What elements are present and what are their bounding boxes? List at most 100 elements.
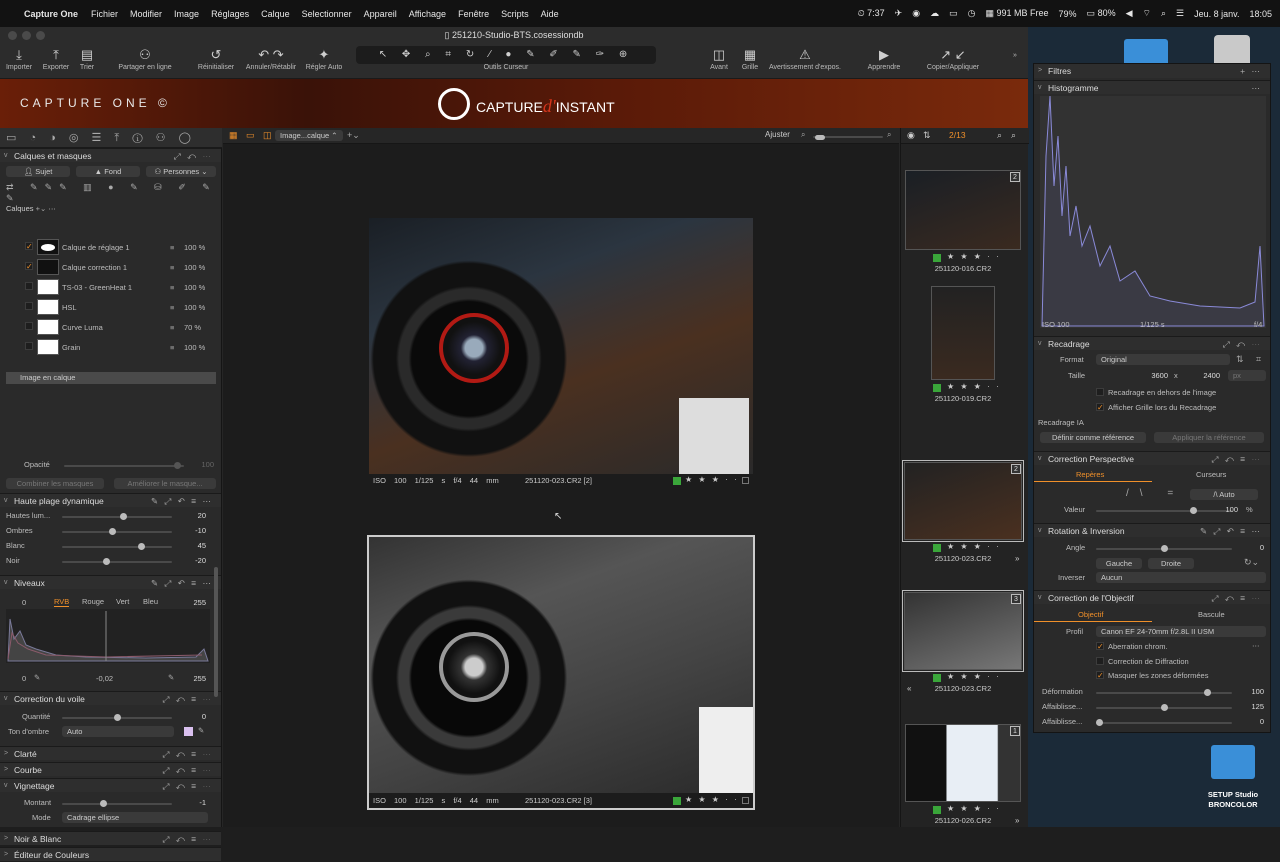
eyedropper-icon[interactable]: ✎ — [168, 673, 174, 682]
slider-knob[interactable] — [100, 800, 107, 807]
crop-outside-checkbox[interactable] — [1096, 388, 1104, 396]
menu-image[interactable]: Image — [174, 9, 199, 19]
share-online-button[interactable]: ⚇ Partager en ligne — [114, 46, 176, 71]
volume-icon[interactable]: ◀ — [1126, 8, 1133, 19]
menu-aide[interactable]: Aide — [541, 9, 559, 19]
layer-visibility-checkbox[interactable]: ✓ — [25, 262, 33, 271]
tab-vert[interactable]: Vert — [116, 597, 129, 606]
sharpness-falloff-slider[interactable] — [1096, 719, 1232, 726]
histogram-section-header[interactable]: v Histogramme ⋯ — [1034, 80, 1270, 94]
rotate-right-button[interactable]: Droite — [1148, 558, 1194, 569]
hdr-value[interactable]: 45 — [176, 541, 206, 550]
amount-slider[interactable] — [62, 800, 172, 807]
opacity-slider[interactable] — [64, 462, 184, 469]
layer-visibility-checkbox[interactable]: ✓ — [25, 242, 33, 251]
color-tag-green[interactable] — [933, 806, 941, 814]
zoom-icon[interactable]: ⌕ — [1011, 130, 1016, 141]
image-badge-icon[interactable] — [742, 477, 749, 484]
profile-select[interactable]: Canon EF 24-70mm f/2.8L II USM — [1096, 626, 1266, 637]
curve-section-header[interactable]: > Courbe ⤢ ↶ ≡ ⋯ — [0, 762, 221, 776]
sharpness-falloff-value[interactable]: 0 — [1234, 717, 1264, 726]
rating-stars[interactable]: ★ ★ ★ · · — [947, 672, 1001, 681]
hdr-slider[interactable] — [62, 558, 172, 565]
slider-knob[interactable] — [138, 543, 145, 550]
levels-input-min[interactable]: 0 — [22, 598, 26, 607]
slider-knob[interactable] — [109, 528, 116, 535]
zoom-button[interactable] — [36, 31, 45, 40]
auto-adjust-button[interactable]: ✦ Régler Auto — [302, 46, 346, 71]
menu-selectionner[interactable]: Selectionner — [302, 9, 352, 19]
export-button[interactable]: ⤒ Exporter — [38, 46, 74, 71]
value-value[interactable]: 100 — [1208, 505, 1238, 514]
tab-rvb[interactable]: RVB — [54, 597, 70, 607]
section-tools-icon[interactable]: ⤢ ↶ ≡ ⋯ — [1212, 591, 1262, 605]
levels-section-header[interactable]: v Niveaux ✎ ⤢ ↶ ≡ ⋯ — [0, 575, 221, 589]
shadow-tone-select[interactable]: Auto — [62, 726, 174, 737]
distortion-slider[interactable] — [1096, 689, 1232, 696]
clock-icon[interactable]: ◷ — [968, 8, 976, 19]
slider-knob[interactable] — [174, 462, 181, 469]
battery-status[interactable]: ▭ 80% — [1087, 8, 1116, 19]
variant-nav-icon[interactable]: « — [907, 684, 911, 693]
refine-mask-button[interactable]: Améliorer le masque... — [114, 478, 216, 489]
slider-knob[interactable] — [1204, 689, 1211, 696]
apply-reference-button[interactable]: Appliquer la référence — [1154, 432, 1264, 443]
black-white-section-header[interactable]: > Noir & Blanc ⤢ ↶ ≡ ⋯ — [0, 831, 221, 845]
auto-perspective-button[interactable]: /\ Auto — [1190, 489, 1258, 500]
left-panel-scrollbar[interactable] — [214, 567, 218, 697]
section-tools-icon[interactable]: + ⋯ — [1240, 64, 1262, 78]
crop-width[interactable]: 3600 — [1138, 371, 1168, 380]
hdr-section-header[interactable]: v Haute plage dynamique ✎ ⤢ ↶ ≡ ⋯ — [0, 493, 221, 507]
thumbnail-image[interactable] — [904, 592, 1022, 670]
tab-lens[interactable]: Objectif — [1078, 610, 1103, 619]
menu-scripts[interactable]: Scripts — [501, 9, 529, 19]
filters-section-header[interactable]: > Filtres + ⋯ — [1034, 64, 1270, 78]
more-toolbar-icon[interactable]: » — [1008, 52, 1022, 59]
close-button[interactable] — [8, 31, 17, 40]
minimize-button[interactable] — [22, 31, 31, 40]
combine-masks-button[interactable]: Combiner les masques — [6, 478, 104, 489]
section-tools-icon[interactable]: ⤢ ↶ ≡ ⋯ — [163, 832, 213, 846]
rating-stars[interactable]: ★ ★ ★ · · — [685, 795, 739, 804]
layer-mask-thumbnail[interactable] — [37, 239, 59, 255]
tab-bleu[interactable]: Bleu — [143, 597, 158, 606]
color-tag-green[interactable] — [933, 544, 941, 552]
section-tools-icon[interactable]: ⋯ — [1252, 81, 1263, 95]
layer-visibility-checkbox[interactable] — [25, 342, 33, 350]
chromatic-aberration-checkbox[interactable]: ✓ — [1096, 642, 1104, 651]
main-image-1[interactable] — [369, 218, 753, 474]
variant-nav-icon[interactable]: » — [1015, 554, 1019, 563]
tab-tilt[interactable]: Bascule — [1198, 610, 1225, 619]
search-icon[interactable]: ⌕ — [997, 130, 1002, 141]
layer-row[interactable]: Grain ≡ 100 % — [22, 338, 212, 356]
light-falloff-slider[interactable] — [1096, 704, 1232, 711]
light-falloff-value[interactable]: 125 — [1234, 702, 1264, 711]
layer-row[interactable]: Curve Luma ≡ 70 % — [22, 318, 212, 336]
rating-stars[interactable]: ★ ★ ★ · · — [947, 252, 1001, 261]
thumbnail-image[interactable] — [904, 462, 1022, 540]
crop-section-header[interactable]: v Recadrage ⤢ ↶ ⋯ — [1034, 336, 1270, 350]
crop-height[interactable]: 2400 — [1190, 371, 1220, 380]
rotate-history-icon[interactable]: ↻⌄ — [1244, 557, 1259, 568]
selected-image-frame[interactable]: ISO 100 1/125 s f/4 44 mm 251120-023.CR2… — [367, 535, 755, 810]
exposure-warning-button[interactable]: ⚠ Avertissement d'expos. — [766, 46, 844, 71]
hide-distorted-checkbox[interactable]: ✓ — [1096, 671, 1104, 680]
more-options-icon[interactable]: ⋯ — [1252, 641, 1260, 650]
memory-status[interactable]: ▦ 991 MB Free — [985, 8, 1048, 19]
levels-input-max[interactable]: 255 — [176, 598, 206, 607]
amount-value[interactable]: -1 — [176, 798, 206, 807]
thumbnail-image[interactable] — [905, 170, 1021, 250]
sort-button[interactable]: ▤ Trier — [76, 46, 98, 71]
levels-midpoint[interactable]: -0,02 — [96, 674, 113, 683]
mask-tools[interactable]: ⇄ ✎✎✎ ▥ ● ✎ ⛁ ✐ ✎ ✎ — [6, 182, 218, 203]
layer-mask-thumbnail[interactable] — [37, 259, 59, 275]
menu-calque[interactable]: Calque — [261, 9, 290, 19]
haze-section-header[interactable]: v Correction du voile ⤢ ↶ ≡ ⋯ — [0, 691, 221, 705]
zoom-slider[interactable] — [813, 135, 883, 140]
status-icon[interactable]: ✈ — [895, 8, 903, 19]
menu-affichage[interactable]: Affichage — [409, 9, 446, 19]
add-view-icon[interactable]: +⌄ — [347, 130, 360, 141]
section-tools-icon[interactable]: ⤢ ↶ ⋯ — [1223, 337, 1262, 351]
vignetting-section-header[interactable]: v Vignettage ⤢ ↶ ≡ ⋯ — [0, 778, 221, 792]
section-tools-icon[interactable]: ✎ ⤢ ↶ ≡ ⋯ — [151, 576, 213, 590]
